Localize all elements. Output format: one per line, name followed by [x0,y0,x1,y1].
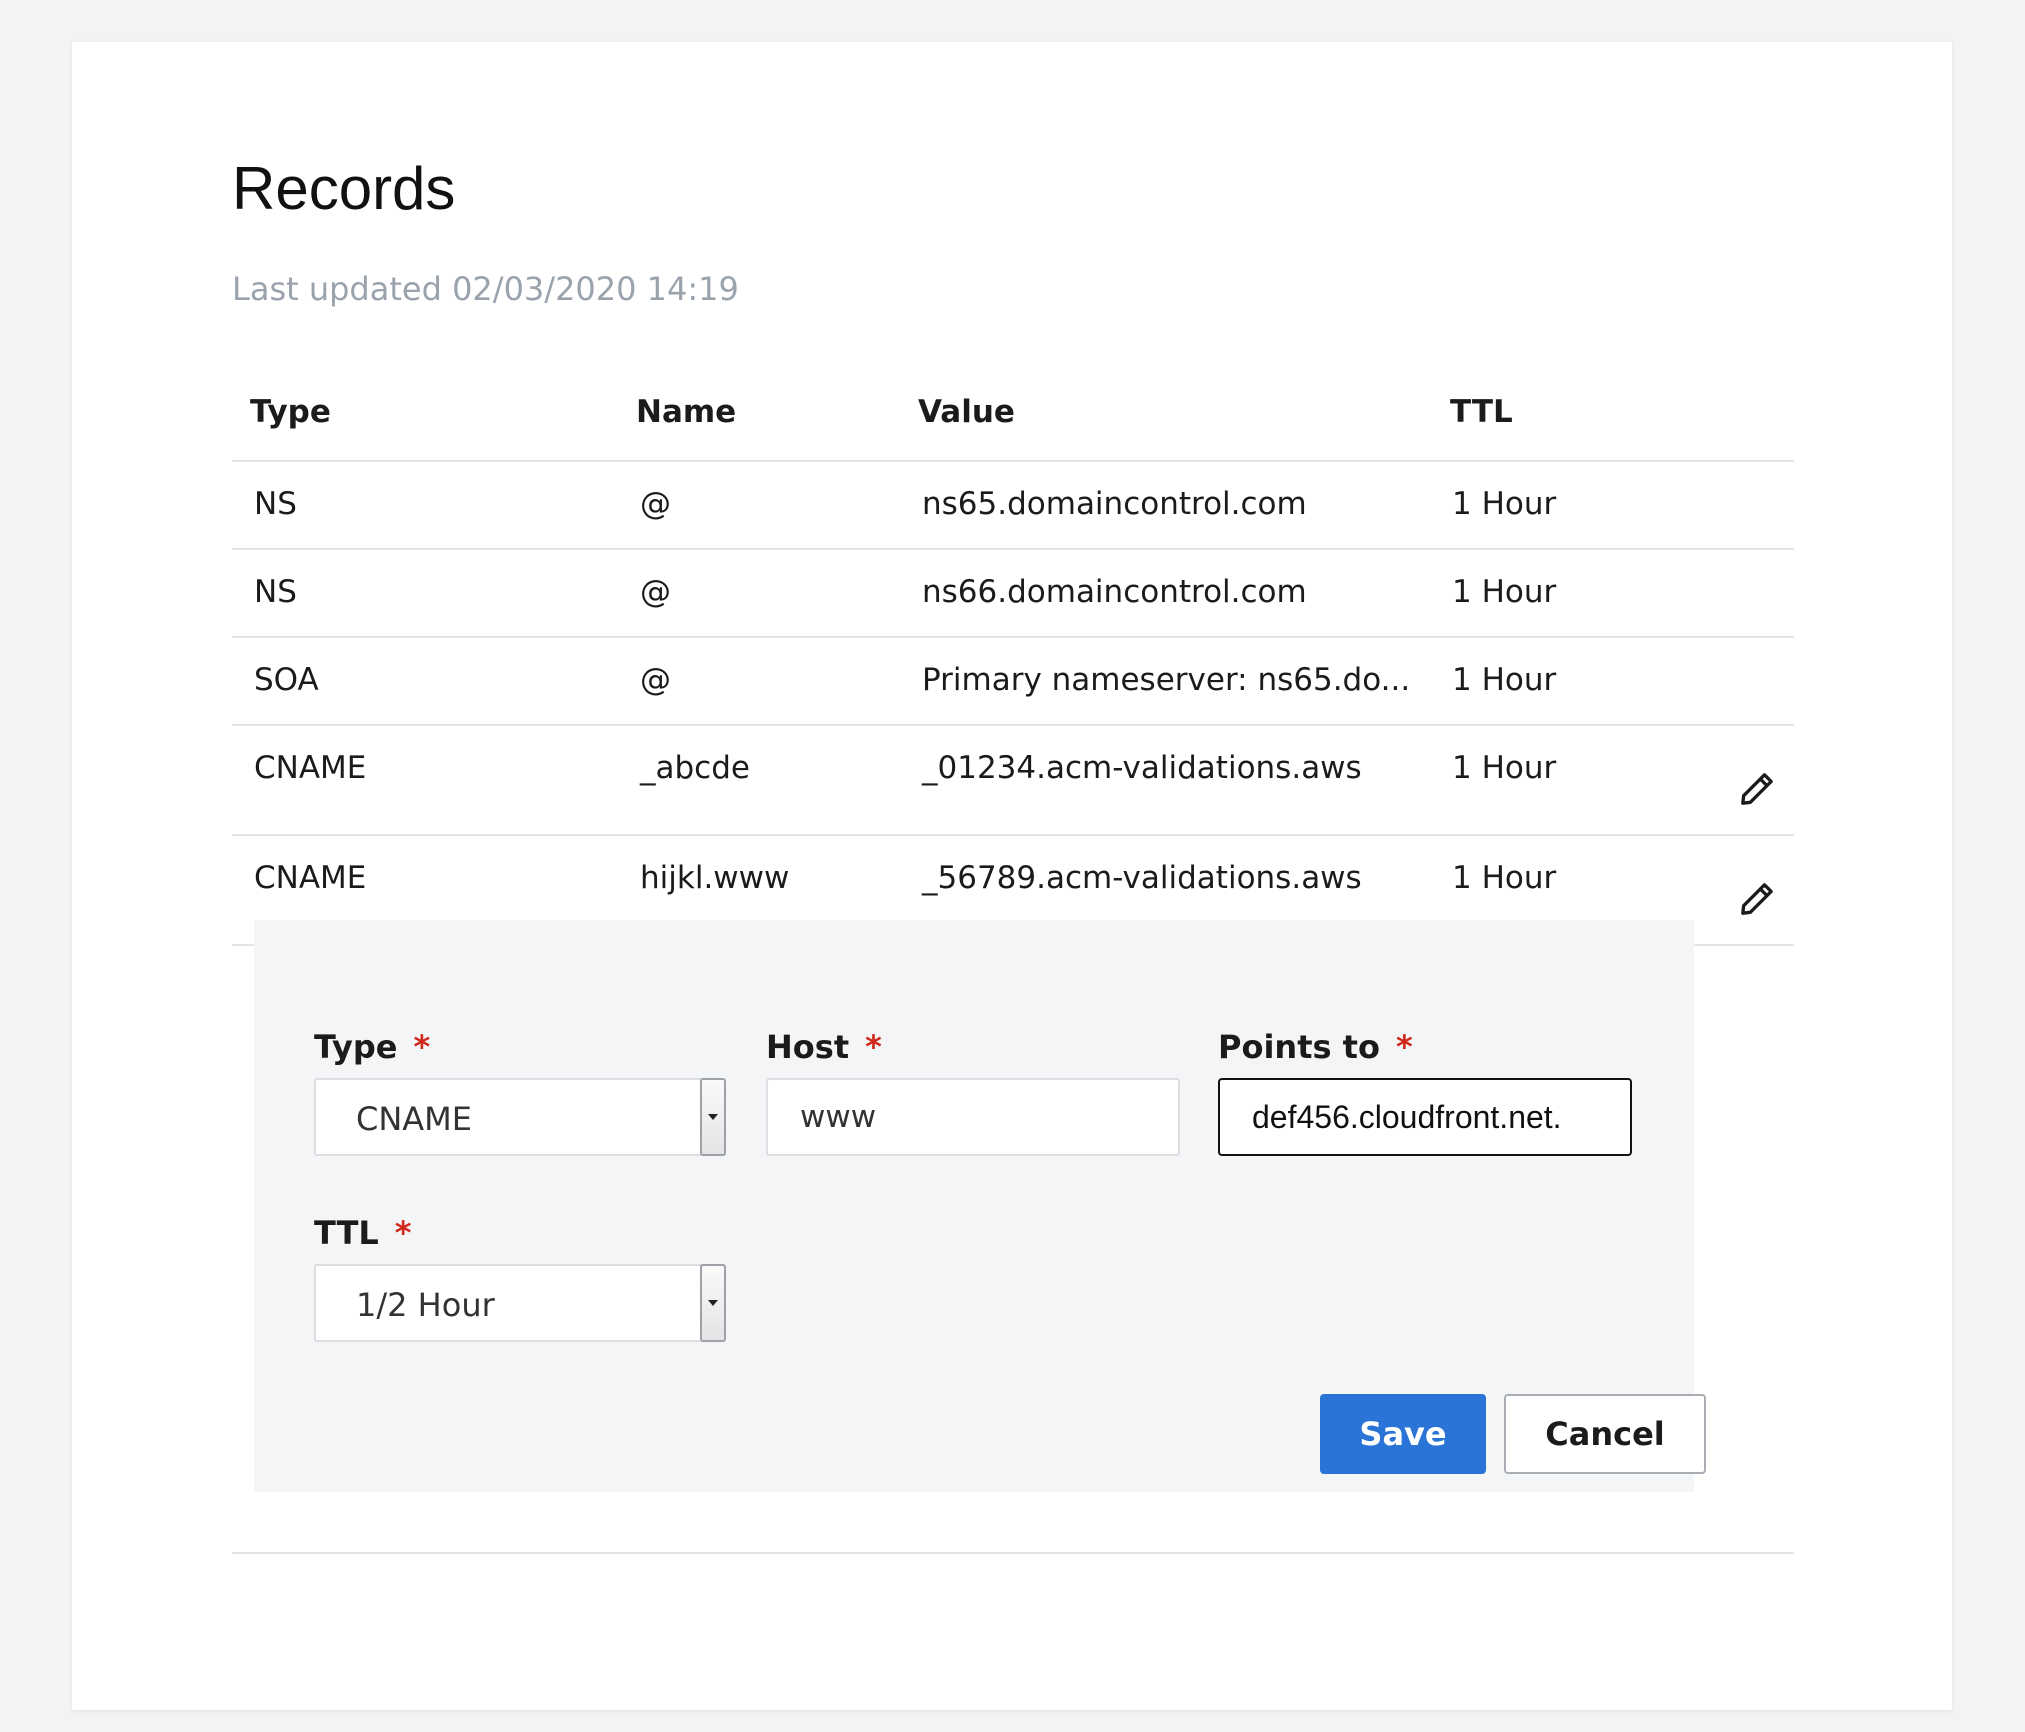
cell-value: ns65.domaincontrol.com [922,486,1307,522]
table-row: CNAME _abcde _01234.acm-validations.aws … [232,726,1794,836]
type-field-label: Type * [314,1028,430,1066]
required-marker: * [1395,1028,1413,1066]
edit-record-button[interactable] [1732,874,1782,924]
host-label-text: Host [766,1028,850,1066]
cell-name: @ [640,486,671,522]
cell-name: _abcde [640,750,750,786]
points-to-field-label: Points to * [1218,1028,1413,1066]
cell-type: NS [254,574,297,610]
records-table: Type Name Value TTL NS @ ns65.domaincont… [232,372,1794,946]
header-value: Value [918,394,1015,430]
required-marker: * [394,1214,412,1252]
ttl-select[interactable]: 1/2 Hour [314,1264,726,1342]
type-select[interactable]: CNAME [314,1078,726,1156]
cell-type: SOA [254,662,319,698]
edit-record-panel: Type * CNAME Host * Points to * TTL * 1/2 Ho… [254,920,1706,1492]
ttl-select-value: 1/2 Hour [356,1286,495,1324]
save-button[interactable]: Save [1320,1394,1486,1474]
cell-value: _01234.acm-validations.aws [922,750,1362,786]
ttl-label-text: TTL [314,1214,379,1252]
cell-name: @ [640,662,671,698]
table-header: Type Name Value TTL [232,372,1794,462]
cell-name: hijkl.www [640,860,790,896]
cell-ttl: 1 Hour [1452,662,1557,698]
cell-ttl: 1 Hour [1452,750,1557,786]
edit-record-button[interactable] [1732,764,1782,814]
divider [232,1552,1794,1554]
table-row: NS @ ns66.domaincontrol.com 1 Hour [232,550,1794,638]
points-to-label-text: Points to [1218,1028,1380,1066]
header-type: Type [250,394,331,430]
cell-value: Primary nameserver: ns65.do... [922,662,1411,698]
required-marker: * [865,1028,882,1066]
cell-type: CNAME [254,860,367,896]
records-card: Records Last updated 02/03/2020 14:19 Ty… [72,42,1952,1710]
cell-ttl: 1 Hour [1452,486,1557,522]
table-row: SOA @ Primary nameserver: ns65.do... 1 H… [232,638,1794,726]
required-marker: * [413,1028,431,1066]
page-title: Records [232,155,456,222]
dropdown-arrow-icon[interactable] [700,1264,726,1342]
pencil-icon [1741,773,1773,805]
dropdown-arrow-icon[interactable] [700,1078,726,1156]
cell-ttl: 1 Hour [1452,574,1557,610]
cell-name: @ [640,574,671,610]
header-name: Name [636,394,737,430]
type-select-value: CNAME [356,1100,472,1138]
table-row: NS @ ns65.domaincontrol.com 1 Hour [232,462,1794,550]
cell-type: CNAME [254,750,367,786]
cancel-button[interactable]: Cancel [1504,1394,1706,1474]
host-field-label: Host * [766,1028,882,1066]
ttl-field-label: TTL * [314,1214,412,1252]
last-updated-text: Last updated 02/03/2020 14:19 [232,270,739,308]
type-label-text: Type [314,1028,398,1066]
pencil-icon [1741,883,1773,915]
cell-ttl: 1 Hour [1452,860,1557,896]
header-ttl: TTL [1450,394,1513,430]
points-to-input[interactable] [1218,1078,1632,1156]
host-input[interactable] [766,1078,1180,1156]
cell-value: _56789.acm-validations.aws [922,860,1362,896]
cell-value: ns66.domaincontrol.com [922,574,1307,610]
cell-type: NS [254,486,297,522]
